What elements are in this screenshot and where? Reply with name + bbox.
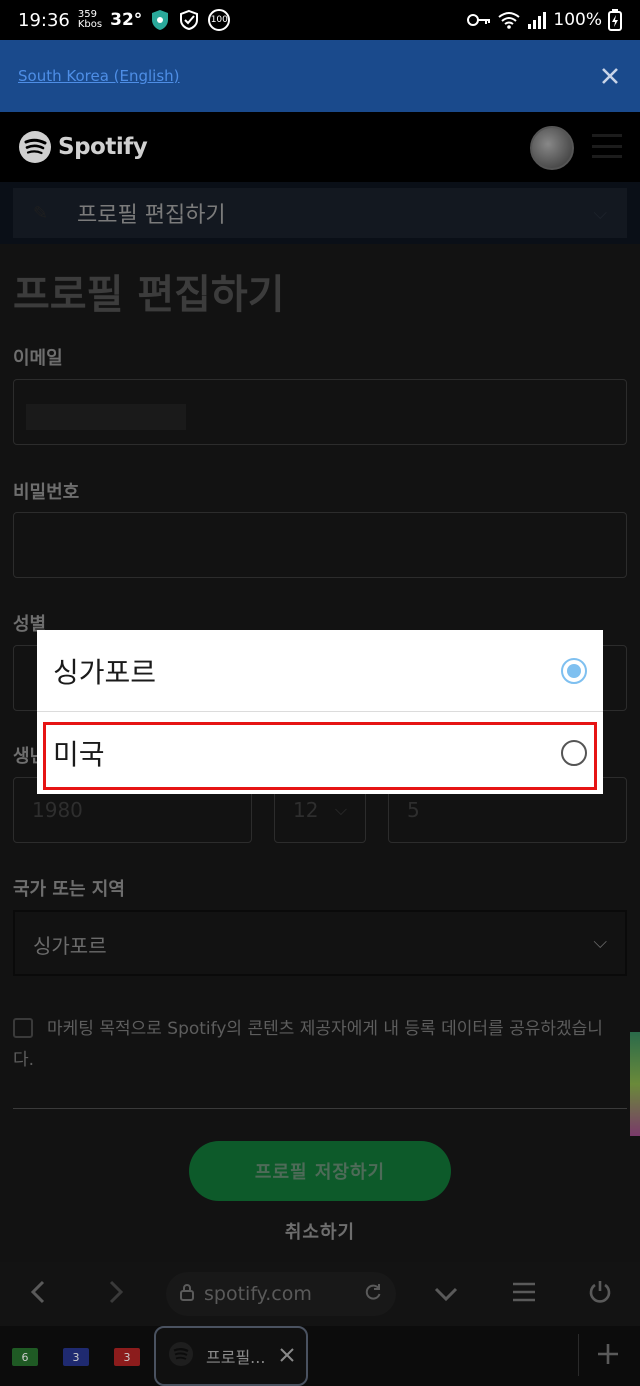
active-tab[interactable]: 프로필... <box>154 1326 308 1386</box>
menu-icon[interactable] <box>512 1280 536 1308</box>
page-title: 프로필 편집하기 <box>13 272 285 318</box>
url-text: spotify.com <box>204 1283 312 1305</box>
scroll-edge-indicator <box>630 1032 640 1136</box>
country-option-label: 싱가포르 <box>53 655 157 689</box>
tab-separator <box>578 1334 579 1376</box>
network-speed-unit: Kbos <box>77 19 103 30</box>
menu-icon[interactable] <box>592 134 622 158</box>
marketing-consent: 마케팅 목적으로 Spotify의 콘텐츠 제공자에게 내 등록 데이터를 공유… <box>13 1014 623 1076</box>
email-label: 이메일 <box>13 348 63 369</box>
email-field[interactable] <box>13 379 627 445</box>
browser-toolbar: spotify.com <box>0 1262 640 1326</box>
battery-charging-icon <box>608 9 622 31</box>
power-icon[interactable] <box>588 1280 612 1310</box>
spotify-logo[interactable]: Spotify <box>18 130 148 164</box>
country-select[interactable]: 싱가포르 ⌵ <box>13 910 627 976</box>
consent-checkbox[interactable] <box>13 1018 33 1038</box>
country-label: 국가 또는 지역 <box>13 879 125 900</box>
country-option-singapore[interactable]: 싱가포르 <box>37 630 603 712</box>
notification-count: 100 <box>210 15 228 25</box>
site-header: Spotify <box>0 112 640 182</box>
check-shield-icon <box>178 9 200 31</box>
section-dropdown[interactable]: ✎ 프로필 편집하기 ⌵ <box>13 188 627 238</box>
tab-group-1[interactable]: 6 <box>12 1348 38 1366</box>
password-field[interactable] <box>13 512 627 578</box>
key-icon <box>467 13 491 27</box>
section-nav: ✎ 프로필 편집하기 ⌵ <box>0 182 640 244</box>
back-icon[interactable] <box>30 1280 46 1310</box>
birth-year-value: 1980 <box>32 798 83 822</box>
section-dropdown-label: 프로필 편집하기 <box>77 203 226 228</box>
battery-percent: 100% <box>553 10 602 30</box>
status-time: 19:36 <box>18 9 70 31</box>
active-tab-title: 프로필... <box>206 1348 266 1367</box>
cancel-link[interactable]: 취소하기 <box>0 1218 640 1244</box>
tab-group-3[interactable]: 3 <box>114 1348 140 1366</box>
lock-icon <box>180 1283 194 1306</box>
reload-icon[interactable] <box>364 1283 382 1306</box>
new-tab-icon[interactable] <box>596 1340 620 1373</box>
forward-icon[interactable] <box>108 1280 124 1310</box>
save-profile-button[interactable]: 프로필 저장하기 <box>189 1141 451 1201</box>
locale-link[interactable]: South Korea (English) <box>18 67 180 85</box>
spotify-favicon-icon <box>168 1341 194 1371</box>
close-tab-icon[interactable] <box>280 1347 294 1366</box>
spotify-logo-icon <box>19 131 51 163</box>
notification-count-icon: 100 <box>208 9 231 31</box>
highlight-box <box>43 722 597 790</box>
address-bar[interactable]: spotify.com <box>166 1272 396 1316</box>
shield-icon <box>150 9 170 31</box>
password-label: 비밀번호 <box>13 482 80 503</box>
avatar[interactable] <box>530 126 574 170</box>
network-speed: 359 Kbos <box>78 10 102 30</box>
tab-group-count: 6 <box>21 1350 29 1364</box>
pencil-icon: ✎ <box>33 202 49 224</box>
status-bar: 19:36 359 Kbos 32° 100 100% <box>0 0 640 40</box>
chevron-down-icon[interactable] <box>434 1280 458 1308</box>
signal-icon <box>527 11 547 29</box>
email-redacted <box>26 404 186 430</box>
divider <box>13 1108 627 1109</box>
close-icon[interactable] <box>598 64 622 88</box>
country-value: 싱가포르 <box>33 934 107 958</box>
chevron-down-icon: ⌵ <box>334 800 347 819</box>
temperature: 32° <box>110 10 143 30</box>
tab-strip: 6 3 3 프로필... <box>0 1326 640 1386</box>
locale-banner: South Korea (English) <box>0 40 640 112</box>
screen: 19:36 359 Kbos 32° 100 100% South Korea … <box>0 0 640 1386</box>
consent-text: 마케팅 목적으로 Spotify의 콘텐츠 제공자에게 내 등록 데이터를 공유… <box>13 1019 603 1070</box>
brand-name: Spotify <box>58 134 148 160</box>
chevron-down-icon: ⌵ <box>593 202 607 224</box>
birth-day-value: 5 <box>407 798 420 822</box>
wifi-icon <box>497 11 521 29</box>
tab-group-count: 3 <box>72 1350 80 1364</box>
tab-group-count: 3 <box>123 1350 131 1364</box>
chevron-down-icon: ⌵ <box>593 932 607 953</box>
country-picker-dialog: 싱가포르 미국 <box>37 630 603 794</box>
radio-selected[interactable] <box>561 657 587 684</box>
birth-month-value: 12 <box>293 798 319 822</box>
tab-group-2[interactable]: 3 <box>63 1348 89 1366</box>
